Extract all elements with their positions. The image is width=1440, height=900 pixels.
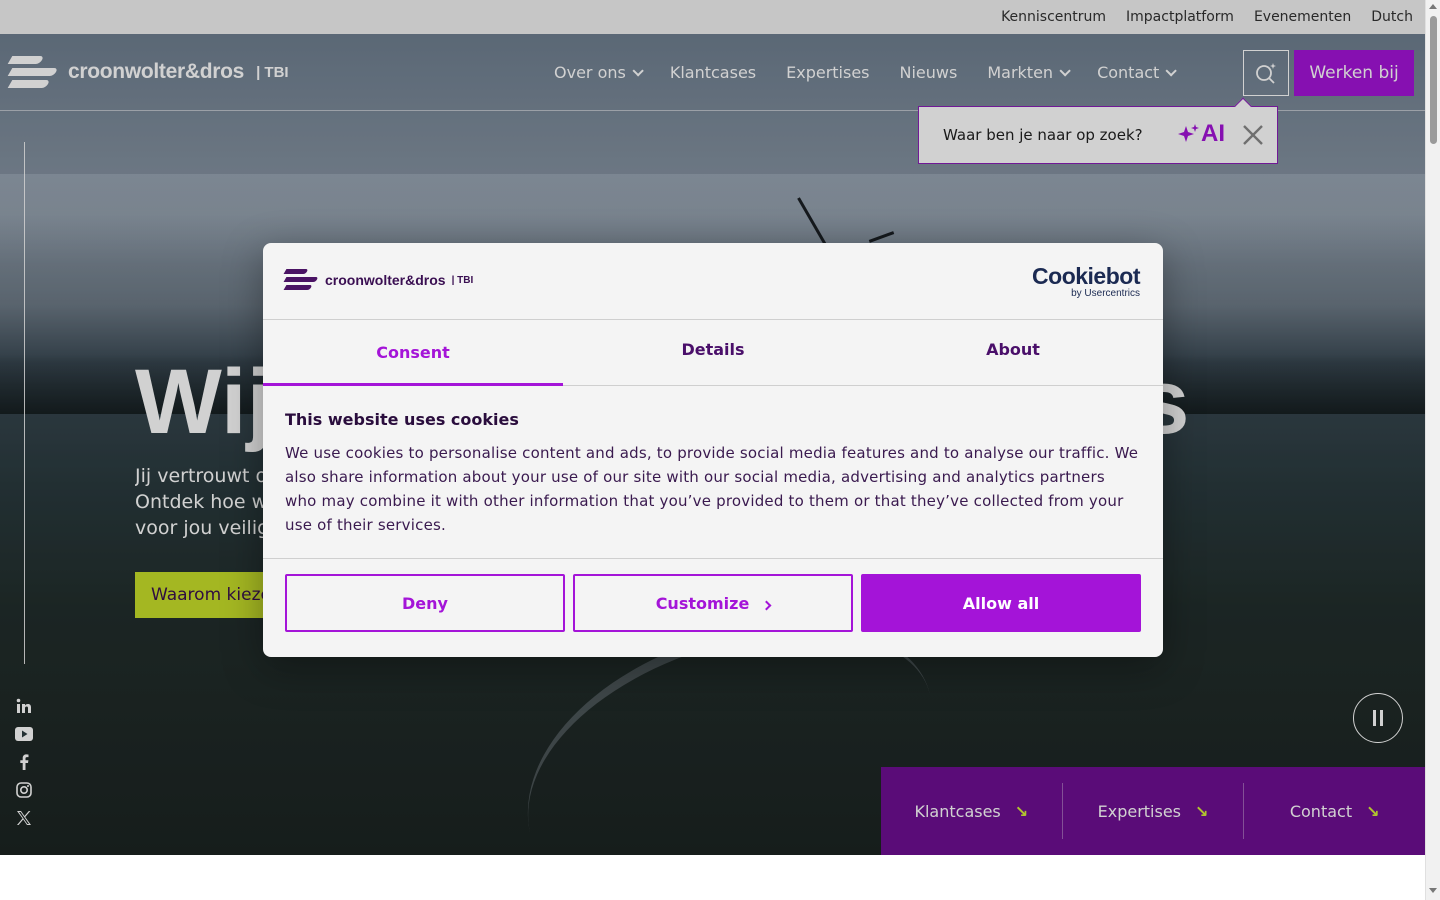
cookiebot-name: Cookiebot (1032, 263, 1140, 289)
logo-mark-icon (283, 268, 319, 292)
allow-all-button[interactable]: Allow all (861, 574, 1141, 632)
cookie-dialog-body: This website uses cookies We use cookies… (263, 386, 1163, 559)
cookie-dialog-tabs: Consent Details About (263, 320, 1163, 386)
scroll-down-icon[interactable] (1429, 888, 1437, 893)
cookie-dialog-text: We use cookies to personalise content an… (285, 444, 1139, 534)
chevron-right-icon (761, 600, 772, 610)
logo-suffix: | TBI (451, 274, 474, 286)
deny-button[interactable]: Deny (285, 574, 565, 632)
cookiebot-logo[interactable]: Cookiebot by Usercentrics (1032, 264, 1140, 300)
cookie-dialog-buttons: Deny Customize Allow all (263, 559, 1163, 632)
scrollbar-thumb[interactable] (1430, 16, 1437, 144)
tab-consent[interactable]: Consent (263, 320, 563, 386)
page-scrollbar[interactable] (1425, 0, 1440, 900)
deny-label: Deny (402, 593, 448, 613)
allow-all-label: Allow all (962, 593, 1040, 613)
cookiebot-sub: by Usercentrics (1071, 288, 1140, 299)
scroll-up-icon[interactable] (1429, 4, 1437, 9)
cookie-dialog-header: croonwolter&dros | TBI Cookiebot by User… (263, 243, 1163, 320)
logo-wordmark: croonwolter&dros (325, 272, 446, 288)
cookie-consent-dialog: croonwolter&dros | TBI Cookiebot by User… (263, 243, 1163, 657)
customize-button[interactable]: Customize (573, 574, 853, 632)
cookie-dialog-logo: croonwolter&dros | TBI (283, 268, 474, 292)
customize-label: Customize (655, 593, 750, 613)
tab-about[interactable]: About (863, 320, 1163, 385)
cookie-dialog-heading: This website uses cookies (285, 410, 519, 429)
tab-details[interactable]: Details (563, 320, 863, 385)
